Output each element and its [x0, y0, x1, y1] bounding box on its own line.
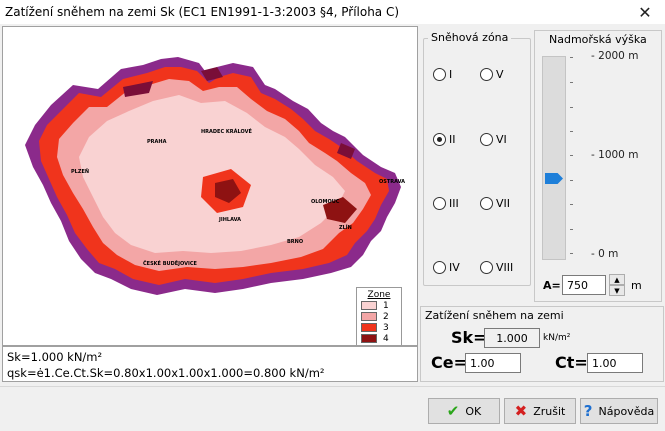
- radio-selected-icon[interactable]: [433, 133, 446, 146]
- legend-label: 4: [383, 333, 389, 344]
- altitude-value-label: A=: [543, 279, 561, 292]
- zone-radio-i[interactable]: I: [433, 68, 452, 81]
- snow-zone-map: PLZEŇ PRAHA HRADEC KRÁLOVÉ BRNO OLOMOUC …: [2, 26, 418, 346]
- legend-swatch: [361, 334, 377, 343]
- zone-radio-vi[interactable]: VI: [480, 133, 507, 146]
- radio-icon[interactable]: [480, 197, 493, 210]
- check-icon: ✔: [446, 402, 460, 420]
- slider-tick: [570, 107, 573, 108]
- zone-radio-ii[interactable]: II: [433, 133, 456, 146]
- sk-label: Sk=: [451, 328, 487, 347]
- formula-line-sk: Sk=1.000 kN/m²: [7, 350, 103, 364]
- legend-row: 1: [357, 300, 401, 311]
- slider-tick: [570, 57, 573, 58]
- footer-separator: [0, 386, 665, 387]
- city-hradec: HRADEC KRÁLOVÉ: [201, 127, 252, 135]
- altitude-min-label: - 0 m: [591, 248, 619, 260]
- altitude-unit: m: [631, 279, 642, 292]
- city-brno: BRNO: [287, 239, 303, 245]
- legend-label: 2: [383, 311, 389, 322]
- close-icon[interactable]: ✕: [625, 0, 665, 24]
- altitude-slider-track[interactable]: [542, 56, 566, 260]
- cross-icon: ✖: [514, 402, 528, 420]
- cancel-button[interactable]: ✖ Zrušit: [504, 398, 576, 424]
- radio-icon[interactable]: [433, 197, 446, 210]
- city-olomouc: OLOMOUC: [311, 199, 340, 205]
- radio-icon[interactable]: [433, 261, 446, 274]
- ct-label: Ct=: [555, 353, 588, 372]
- slider-tick: [570, 229, 573, 230]
- legend-swatch: [361, 323, 377, 332]
- legend-swatch: [361, 312, 377, 321]
- legend-title: Zone: [367, 290, 391, 300]
- help-icon: ?: [583, 402, 593, 420]
- ok-button[interactable]: ✔ OK: [428, 398, 500, 424]
- legend-swatch: [361, 301, 377, 310]
- altitude-mid-label: - 1000 m: [591, 149, 639, 161]
- snow-zone-title: Sněhová zóna: [428, 31, 512, 44]
- altitude-input[interactable]: 750: [562, 275, 606, 295]
- zone-radio-viii[interactable]: VIII: [480, 261, 513, 274]
- formula-line-qsk: qsk=ė1.Ce.Ct.Sk=0.80x1.00x1.00x1.000=0.8…: [7, 366, 325, 380]
- ct-input[interactable]: 1.00: [587, 353, 643, 373]
- title-bar: Zatížení sněhem na zemi Sk (EC1 EN1991-1…: [0, 0, 665, 24]
- slider-tick: [570, 253, 573, 254]
- legend-row: 4: [357, 333, 401, 344]
- slider-tick: [570, 82, 573, 83]
- window-title: Zatížení sněhem na zemi Sk (EC1 EN1991-1…: [5, 5, 400, 19]
- city-ceske-budejovice: ČESKÉ BUDĚJOVICE: [143, 259, 198, 267]
- radio-icon[interactable]: [480, 68, 493, 81]
- ce-label: Ce=: [431, 353, 467, 372]
- city-zlin: ZLÍN: [339, 223, 352, 231]
- zone-radio-iii[interactable]: III: [433, 197, 459, 210]
- snow-load-title: Zatížení sněhem na zemi: [425, 309, 564, 322]
- altitude-up-icon[interactable]: ▲: [609, 274, 625, 285]
- map-legend: Zone 1 2 3 4: [356, 287, 402, 345]
- radio-icon[interactable]: [433, 68, 446, 81]
- city-ostrava: OSTRAVA: [379, 179, 405, 185]
- zone-radio-vii[interactable]: VII: [480, 197, 510, 210]
- legend-label: 1: [383, 300, 389, 311]
- legend-row: 3: [357, 322, 401, 333]
- radio-icon[interactable]: [480, 261, 493, 274]
- slider-tick: [570, 180, 573, 181]
- sk-unit: kN/m²: [543, 333, 571, 343]
- legend-row: 2: [357, 311, 401, 322]
- city-plzen: PLZEŇ: [71, 167, 89, 175]
- legend-label: 3: [383, 322, 389, 333]
- ce-input[interactable]: 1.00: [465, 353, 521, 373]
- sk-value: 1.000: [484, 328, 540, 348]
- slider-tick: [570, 155, 573, 156]
- city-praha: PRAHA: [147, 139, 167, 145]
- city-jihlava: JIHLAVA: [218, 217, 241, 223]
- altitude-max-label: - 2000 m: [591, 50, 639, 62]
- slider-tick: [570, 204, 573, 205]
- radio-icon[interactable]: [480, 133, 493, 146]
- zone-radio-iv[interactable]: IV: [433, 261, 460, 274]
- formula-output: Sk=1.000 kN/m² qsk=ė1.Ce.Ct.Sk=0.80x1.00…: [2, 346, 418, 382]
- slider-tick: [570, 131, 573, 132]
- zone-radio-v[interactable]: V: [480, 68, 504, 81]
- altitude-down-icon[interactable]: ▼: [609, 285, 625, 296]
- help-button[interactable]: ? Nápověda: [580, 398, 658, 424]
- altitude-title: Nadmořská výška: [549, 33, 647, 46]
